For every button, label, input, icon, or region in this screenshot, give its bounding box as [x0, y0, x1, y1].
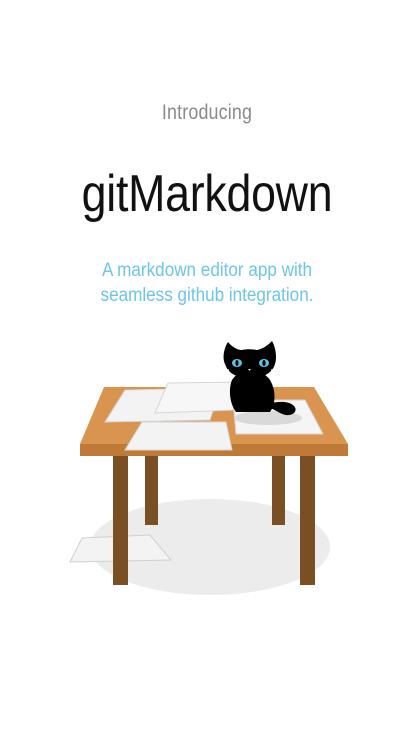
app-title: gitMarkdown: [81, 165, 333, 223]
table-leg-front-left: [113, 452, 128, 585]
table-leg-back-left: [145, 452, 158, 525]
tagline-line-2: seamless github integration.: [100, 285, 314, 306]
table-leg-front-right: [300, 452, 315, 585]
intro-label: Introducing: [161, 101, 253, 124]
table-leg-back-right: [272, 452, 285, 525]
desk-paper-front: [124, 421, 233, 451]
onboarding-screen: Introducing gitMarkdown A markdown edito…: [0, 0, 414, 736]
app-tagline: A markdown editor app with seamless gith…: [21, 258, 394, 308]
cat-on-desk-illustration: [69, 341, 348, 595]
tagline-line-1: A markdown editor app with: [101, 260, 313, 281]
